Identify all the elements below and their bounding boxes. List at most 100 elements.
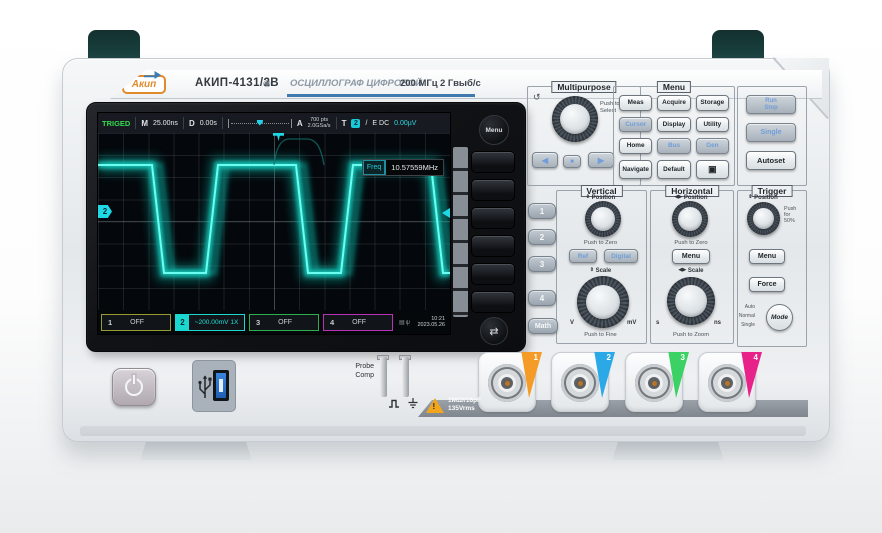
usb-icon [198,372,212,402]
autoset-button[interactable]: Autoset [746,151,796,170]
navigate-button[interactable]: Navigate [619,160,652,180]
multipurpose-knob[interactable] [552,96,598,142]
force-button[interactable]: Force [749,277,785,292]
touch-screen-button[interactable]: ▣ [696,160,729,180]
run-stop-button[interactable]: RunStop [746,95,796,114]
vertical-push-zero: Push to Zero [556,240,645,246]
usb-port-slot [213,370,229,401]
trigger-position-label: ⇕ Position [737,194,789,201]
status-bar: TRIGED M 25.00ns D 0.00s A 700 pts 2.0GS… [98,113,450,133]
nav-right-button[interactable]: ▶ [588,152,614,168]
channel4-button[interactable]: 4 [528,290,556,306]
digital-button[interactable]: Digital [604,249,638,263]
trigger-mode-auto: Auto [733,304,755,310]
menu-title: Menu [657,81,691,93]
bnc-connector-ch4[interactable] [708,364,746,402]
mode-button[interactable]: Mode [766,304,793,331]
display-button[interactable]: Display [657,117,690,133]
bnc-connector-ch3[interactable] [635,364,673,402]
horizontal-position-knob[interactable] [672,201,708,237]
multipurpose-title: Multipurpose [551,81,616,93]
page-flip-icon: ⇄ [489,325,498,338]
channel3-button[interactable]: 3 [528,256,556,272]
softkey-ridge-strip [453,147,468,317]
channel3-status-box[interactable]: 3 OFF [249,314,319,331]
trigger-position-knob[interactable] [747,202,780,235]
position-marker-icon [257,120,263,126]
screen-menu-button[interactable]: Menu [479,115,509,145]
brand-mark-icon: ◉ [263,78,271,89]
home-button[interactable]: Home [619,138,652,154]
channel4-status-box[interactable]: 4 OFF [323,314,393,331]
channel1-button[interactable]: 1 [528,203,556,219]
acquire-button[interactable]: Acquire [657,95,690,111]
acquire-label: A [297,119,303,128]
math-button[interactable]: Math [528,318,558,334]
updown-icon: ⇕ [586,194,590,200]
vertical-push-fine: Push to Fine [556,332,645,338]
nav-left-button[interactable]: ◀ [532,152,558,168]
bandwidth-label: 200 МГц [400,78,438,89]
page-flip-button[interactable]: ⇄ [480,317,508,345]
horizontal-scale-knob[interactable] [667,277,715,325]
utility-button[interactable]: Utility [696,117,729,133]
trigger-slope: / [365,120,367,127]
bus-button[interactable]: Bus [657,138,690,154]
horizontal-menu-button[interactable]: Menu [672,249,710,264]
updown-icon: ⇕ [590,267,594,273]
probe-comp-signal-terminal[interactable] [380,357,387,397]
single-button[interactable]: Single [746,123,796,142]
softkey-3[interactable] [471,207,515,229]
trigger-label: T [342,119,347,128]
lcd-display[interactable]: TRIGED M 25.00ns D 0.00s A 700 pts 2.0GS… [97,112,451,335]
softkey-2[interactable] [471,179,515,201]
nav-stop-button[interactable]: ■ [563,155,581,168]
leftright-icon: ◀▶ [678,267,686,273]
vertical-position-knob[interactable] [585,201,621,237]
softkey-1[interactable] [471,151,515,173]
channel2-button[interactable]: 2 [528,229,556,245]
trigger-source-badge: 2 [351,119,360,128]
square-wave-icon [388,399,400,408]
softkey-5[interactable] [471,263,515,285]
channel-status-bar: 1 OFF 2 ~200.00mV 1X 3 OFF 4 OFF ▤ψ 10:2 [98,310,450,334]
timebase-value: 25.00ns [153,120,178,127]
channel2-tab: 2 [176,315,189,330]
softkey-6[interactable] [471,291,515,313]
meas-button[interactable]: Meas [619,95,652,111]
softkey-4[interactable] [471,235,515,257]
updown-icon: ⇕ [748,194,752,200]
default-button[interactable]: Default [657,160,690,180]
horizontal-scale-label: ◀▶ Scale [650,267,732,274]
ref-button[interactable]: Ref [569,249,597,263]
trigger-coupling: E DC [372,120,389,127]
seconds-label: s [656,320,659,326]
banner-underline [287,94,475,97]
bnc-connector-ch1[interactable] [488,364,526,402]
probe-comp-ground-terminal[interactable] [402,357,409,397]
vertical-position-label: ⇕ Position [556,194,645,201]
vertical-scale-knob[interactable] [577,276,629,328]
vertical-scale-label: ⇕ Scale [556,267,645,274]
horizontal-push-zero: Push to Zero [650,240,732,246]
power-icon [125,378,143,396]
gen-button[interactable]: Gen [696,138,729,154]
channel1-status-box[interactable]: 1 OFF [101,314,171,331]
cursor-button[interactable]: Cursor [619,117,652,133]
storage-button[interactable]: Storage [696,95,729,111]
leftright-icon: ◀▶ [674,194,682,200]
connectivity-icons: ▤ψ [399,319,411,326]
samplerate-label: 2 Гвыб/с [440,78,481,89]
usb-host-port[interactable] [192,360,236,412]
trigger-menu-button[interactable]: Menu [749,249,785,264]
bnc-connector-ch2[interactable] [561,364,599,402]
acquire-info: 700 pts 2.0GSa/s [308,117,331,129]
ground-icon [407,398,419,409]
freq-label: Freq [363,160,386,175]
power-button[interactable] [112,368,156,406]
horizontal-position-label: ◀▶ Position [650,194,732,201]
chassis-base-seam [80,426,806,436]
trigger-level: 0.00µV [394,120,416,127]
waveform-position-indicator[interactable] [228,119,292,128]
channel2-status-box[interactable]: 2 ~200.00mV 1X [175,314,245,331]
